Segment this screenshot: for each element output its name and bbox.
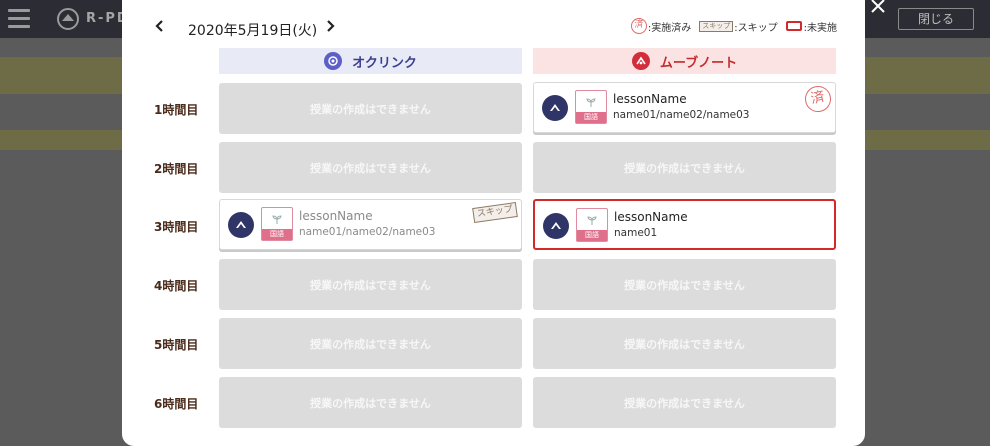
school-logo-icon	[542, 95, 568, 121]
movenote-icon	[631, 52, 650, 70]
undone-box-icon	[785, 21, 802, 31]
column-header-oklink: オクリンク	[219, 48, 522, 74]
chevron-right-icon[interactable]	[324, 18, 338, 34]
sprout-icon	[272, 214, 282, 224]
legend-skip-label: :スキップ	[734, 22, 778, 34]
chevron-left-icon[interactable]	[152, 18, 166, 34]
skip-stamp-icon: スキップ	[699, 20, 734, 32]
period-label: 4時間目	[154, 279, 199, 293]
lesson-cell-empty: 授業の作成はできません	[533, 259, 836, 310]
period-label: 2時間目	[154, 162, 199, 176]
legend-undone: :未実施	[785, 19, 837, 34]
sprout-icon	[587, 215, 597, 225]
lesson-members: name01/name02/name03	[613, 109, 750, 121]
lesson-card-done[interactable]: 国語 lessonName name01/name02/name03 済	[533, 82, 836, 133]
subject-label: 国語	[262, 229, 292, 240]
legend-skip: スキップ :スキップ	[699, 19, 778, 34]
lesson-cell-empty: 授業の作成はできません	[533, 318, 836, 369]
close-button[interactable]: 閉じる	[898, 8, 974, 30]
done-stamp-icon: 済	[630, 18, 647, 34]
period-label: 3時間目	[154, 220, 199, 234]
menu-icon[interactable]	[8, 9, 30, 29]
lesson-name: lessonName	[613, 92, 687, 106]
school-logo-icon	[543, 213, 569, 239]
lesson-cell-empty: 授業の作成はできません	[219, 318, 522, 369]
lesson-cell-empty: 授業の作成はできません	[533, 142, 836, 193]
date-title: 2020年5月19日(火)	[188, 23, 318, 39]
subject-label: 国語	[576, 112, 606, 123]
column-header-movenote: ムーブノート	[533, 48, 836, 74]
skip-stamp-icon: スキップ	[472, 202, 518, 223]
lesson-cell-empty: 授業の作成はできません	[219, 142, 522, 193]
subject-badge: 国語	[576, 208, 608, 242]
lesson-members: name01	[614, 227, 658, 239]
sprout-icon	[586, 97, 596, 107]
status-legend: 済 :実施済み スキップ :スキップ :未実施	[623, 18, 837, 34]
close-icon[interactable]	[866, 0, 890, 20]
oklink-icon	[324, 52, 343, 70]
lesson-cell-empty: 授業の作成はできません	[219, 377, 522, 428]
lesson-card-skipped[interactable]: 国語 lessonName name01/name02/name03 スキップ	[219, 199, 522, 250]
period-label: 1時間目	[154, 103, 199, 117]
lesson-card-undone[interactable]: 国語 lessonName name01	[533, 199, 836, 250]
column-header-label: ムーブノート	[659, 55, 738, 71]
schedule-modal: 2020年5月19日(火) 済 :実施済み スキップ :スキップ :未実施 オク…	[122, 0, 865, 446]
lesson-cell-empty: 授業の作成はできません	[219, 259, 522, 310]
lesson-name: lessonName	[614, 210, 688, 224]
legend-done: 済 :実施済み	[630, 18, 692, 34]
lesson-cell-empty: 授業の作成はできません	[533, 377, 836, 428]
period-label: 6時間目	[154, 397, 199, 411]
column-header-label: オクリンク	[352, 55, 417, 71]
lesson-cell-empty: 授業の作成はできません	[219, 83, 522, 134]
legend-undone-label: :未実施	[803, 22, 837, 34]
school-logo-icon	[228, 212, 254, 238]
subject-label: 国語	[577, 230, 607, 241]
done-stamp-icon: 済	[802, 83, 834, 115]
legend-done-label: :実施済み	[647, 22, 692, 34]
subject-badge: 国語	[575, 90, 607, 124]
lesson-name: lessonName	[299, 209, 373, 223]
period-label: 5時間目	[154, 338, 199, 352]
subject-badge: 国語	[261, 207, 293, 241]
app-logo-icon	[57, 8, 79, 30]
lesson-members: name01/name02/name03	[299, 226, 436, 238]
